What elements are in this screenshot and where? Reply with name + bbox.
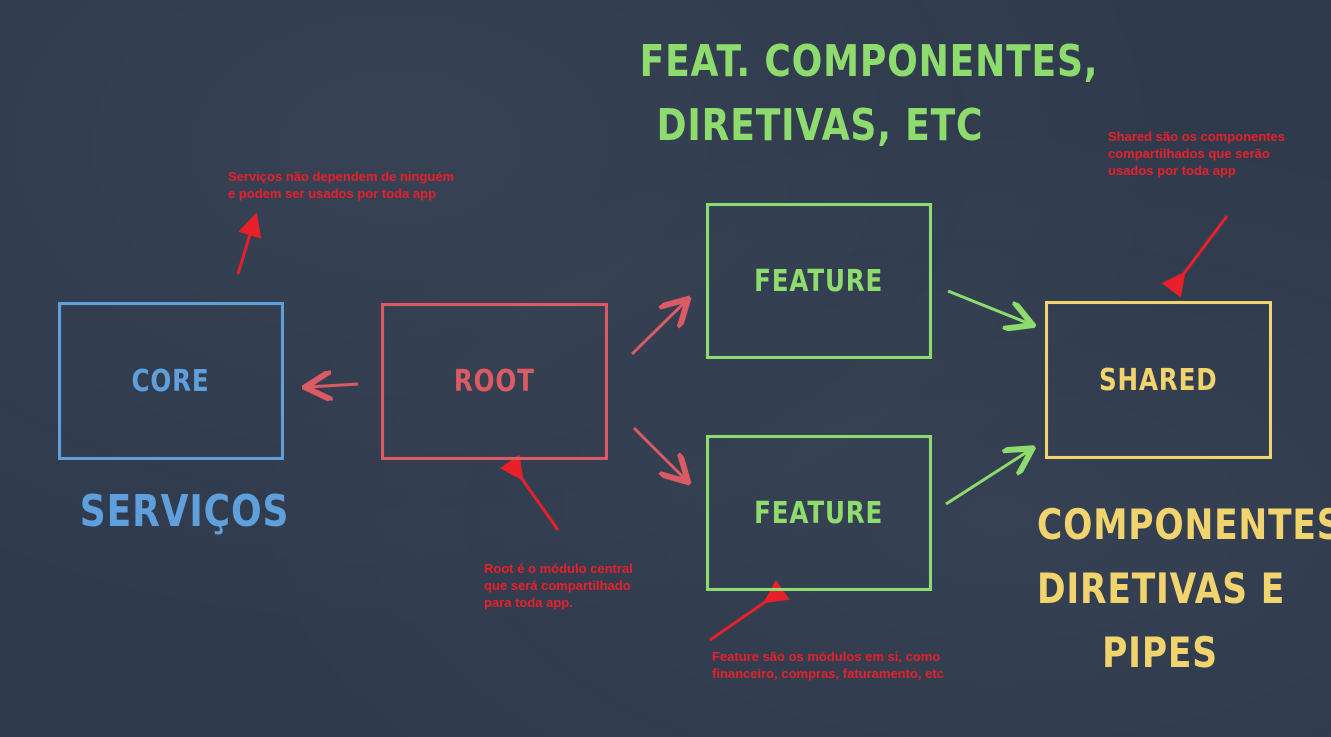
shared-heading: COMPONENTES, DIRETIVAS E PIPES — [1010, 493, 1331, 685]
pointer-core-note — [236, 212, 262, 275]
shared-module-label: SHARED — [1099, 362, 1218, 398]
root-annotation-line-3: para toda app. — [484, 595, 573, 610]
core-heading: SERVIÇOS — [60, 480, 290, 544]
root-module-box: ROOT — [381, 303, 608, 460]
core-module-box: CORE — [58, 302, 284, 460]
core-annotation: Serviços não dependem de ninguém e podem… — [228, 168, 508, 202]
feature-annotation-line-2: financeiro, compras, faturamento, etc — [712, 666, 944, 681]
chalkboard-diagram: FEAT. COMPONENTES, DIRETIVAS, ETC SERVIÇ… — [0, 0, 1331, 737]
root-annotation-line-1: Root é o módulo central — [484, 561, 633, 576]
shared-annotation: Shared são os componentes compartilhados… — [1108, 128, 1318, 179]
root-module-label: ROOT — [454, 364, 535, 399]
shared-heading-line-1: COMPONENTES, — [1037, 500, 1331, 549]
shared-heading-line-2: DIRETIVAS E — [1037, 564, 1286, 613]
feature-annotation: Feature são os módulos em si, como finan… — [712, 648, 1012, 682]
feature-module-box-top: FEATURE — [706, 203, 932, 359]
shared-annotation-line-1: Shared são os componentes — [1108, 129, 1285, 144]
feature-module-box-bottom: FEATURE — [706, 435, 932, 591]
feature-heading: FEAT. COMPONENTES, DIRETIVAS, ETC — [600, 30, 1099, 158]
core-module-label: CORE — [131, 363, 211, 399]
shared-module-box: SHARED — [1045, 301, 1272, 459]
core-annotation-line-2: e podem ser usados por toda app — [228, 186, 437, 201]
feature-annotation-line-1: Feature são os módulos em si, como — [712, 649, 941, 664]
root-annotation: Root é o módulo central que será compart… — [484, 560, 674, 611]
feature-module-label-bottom: FEATURE — [754, 495, 884, 531]
arrow-feature-top-to-shared — [947, 289, 1030, 324]
feature-heading-line-2: DIRETIVAS, ETC — [656, 100, 984, 151]
shared-annotation-line-2: compartilhados que serão — [1108, 146, 1270, 161]
arrow-root-to-feature-top — [630, 301, 686, 356]
pointer-root-note — [499, 454, 560, 531]
shared-annotation-line-3: usados por toda app — [1108, 163, 1236, 178]
core-heading-text: SERVIÇOS — [79, 486, 290, 537]
pointer-shared-note — [1161, 215, 1229, 298]
shared-heading-line-3: PIPES — [1102, 628, 1218, 677]
arrow-root-to-core — [308, 384, 359, 387]
feature-heading-line-1: FEAT. COMPONENTES, — [639, 36, 1099, 87]
pointer-feature-note — [709, 579, 790, 642]
arrow-root-to-feature-bottom — [632, 426, 686, 480]
root-annotation-line-2: que será compartilhado — [484, 578, 631, 593]
core-annotation-line-1: Serviços não dependem de ninguém — [228, 169, 455, 184]
feature-module-label-top: FEATURE — [754, 263, 884, 299]
